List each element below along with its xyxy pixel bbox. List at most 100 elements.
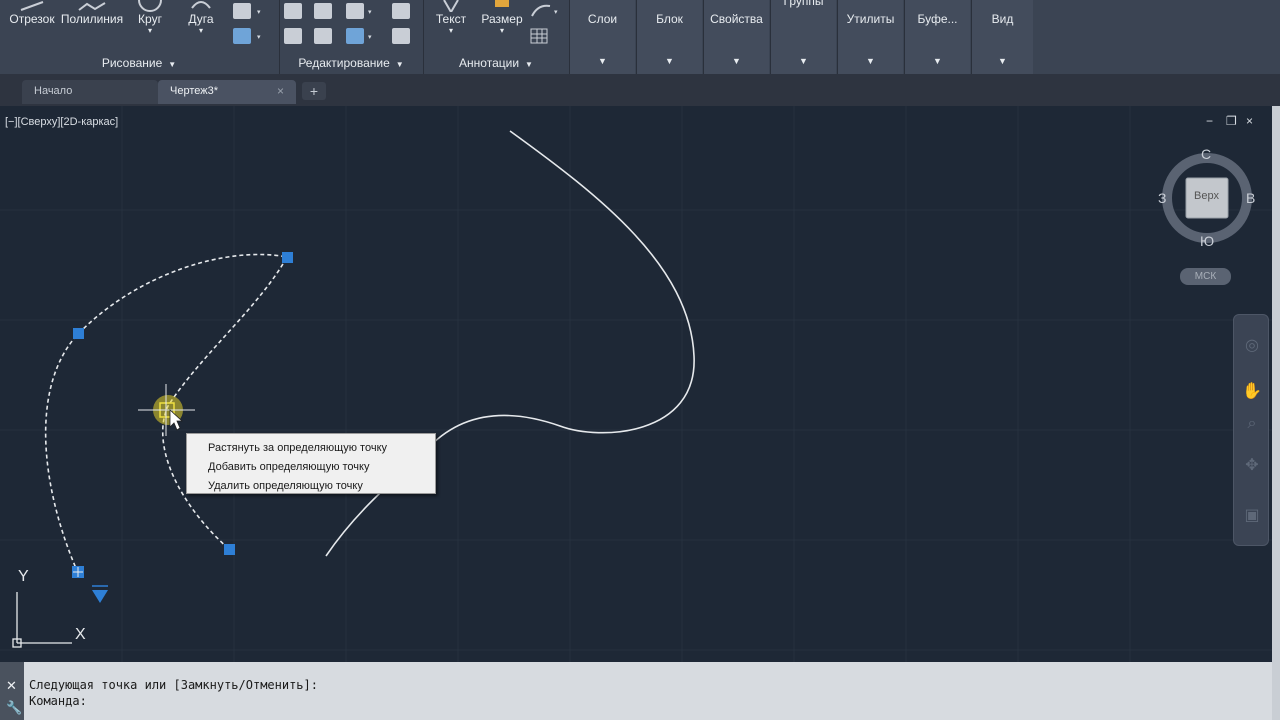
close-viewport-button[interactable]: ×	[1246, 114, 1253, 128]
command-prompt[interactable]: Команда:	[29, 694, 87, 708]
rectangle-dropdown-icon[interactable]: ▾	[257, 33, 261, 41]
arc-dropdown-icon[interactable]: ▾	[184, 26, 218, 35]
document-tabs: Начало Чертеж3* × +	[0, 74, 1280, 106]
viewcube-north[interactable]: С	[1201, 146, 1211, 162]
move-icon[interactable]	[284, 3, 302, 19]
table-icon[interactable]	[530, 28, 548, 44]
close-icon[interactable]: ×	[277, 84, 284, 98]
zoom-icon[interactable]: ⌕	[1242, 415, 1262, 435]
utilities-panel-label: Утилиты	[846, 12, 895, 26]
viewcube-south[interactable]: Ю	[1200, 233, 1214, 249]
edit-panel-title[interactable]: Редактирование ▼	[280, 56, 422, 70]
annotation-panel: Текст ▾ Размер ▾ ▾ Аннотации ▼	[424, 0, 568, 74]
line-tool-label: Отрезок	[9, 12, 55, 26]
text-icon	[443, 0, 459, 12]
ucs-dropdown[interactable]: МСК	[1180, 268, 1231, 285]
layers-panel[interactable]: Слои ▼	[569, 0, 635, 74]
close-icon[interactable]: ✕	[6, 678, 17, 694]
menu-item-add-fit-point[interactable]: Добавить определяющую точку	[187, 458, 435, 477]
menu-item-stretch-fit-point[interactable]: Растянуть за определяющую точку	[187, 439, 435, 458]
draw-panel-title-text: Рисование	[101, 56, 163, 70]
scale-icon[interactable]	[314, 28, 332, 44]
arc-icon	[191, 1, 211, 9]
hatch-icon[interactable]	[233, 3, 251, 19]
steering-wheel-icon[interactable]: ◎	[1242, 335, 1262, 355]
viewcube-west[interactable]: З	[1158, 190, 1166, 206]
offset-icon[interactable]	[392, 28, 410, 44]
viewcube-east[interactable]: В	[1246, 190, 1255, 206]
grip-point[interactable]	[224, 544, 235, 555]
menu-item-remove-fit-point[interactable]: Удалить определяющую точку	[187, 477, 435, 496]
chevron-down-icon: ▼	[799, 56, 808, 66]
chevron-down-icon: ▼	[525, 60, 533, 69]
leader-dropdown-icon[interactable]: ▾	[554, 8, 558, 16]
scrollbar[interactable]	[1272, 106, 1280, 720]
line-icon	[20, 1, 44, 11]
leader-icon[interactable]	[530, 2, 552, 18]
block-panel-label: Блок	[656, 12, 683, 26]
fillet-dropdown-icon[interactable]: ▾	[368, 8, 372, 16]
circle-dropdown-icon[interactable]: ▾	[132, 26, 168, 35]
wrench-icon[interactable]: 🔧	[6, 700, 22, 716]
text-tool[interactable]: Текст ▾	[432, 0, 470, 35]
dimension-icon	[495, 0, 509, 7]
groups-panel[interactable]: Группы ▼	[770, 0, 836, 74]
viewcube-face-top[interactable]: Верх	[1194, 190, 1219, 202]
edit-panel-title-text: Редактирование	[298, 56, 390, 70]
grip-context-menu: Растянуть за определяющую точку Добавить…	[186, 433, 436, 494]
orbit-icon[interactable]: ✥	[1242, 455, 1262, 475]
new-tab-button[interactable]: +	[302, 82, 326, 100]
mirror-icon[interactable]	[314, 3, 332, 19]
groups-panel-label: Группы	[783, 0, 824, 8]
annotation-panel-title-text: Аннотации	[459, 56, 520, 70]
text-dropdown-icon[interactable]: ▾	[432, 26, 470, 35]
showmotion-icon[interactable]: ▣	[1242, 505, 1262, 525]
circle-tool[interactable]: Круг ▾	[132, 0, 168, 35]
polyline-icon	[78, 2, 106, 11]
chevron-down-icon: ▼	[665, 56, 674, 66]
pan-icon[interactable]: ✋	[1242, 381, 1262, 401]
polyline-tool[interactable]: Полилиния	[60, 0, 124, 26]
draw-panel-title[interactable]: Рисование ▼	[0, 56, 278, 70]
edit-panel: ▾ ▾ Редактирование ▼	[280, 0, 422, 74]
ucs-dropdown-label: МСК	[1194, 271, 1217, 282]
ucs-y-label: Y	[18, 568, 29, 585]
chevron-down-icon: ▼	[732, 56, 741, 66]
explode-icon[interactable]	[392, 3, 410, 19]
array-dropdown-icon[interactable]: ▾	[368, 33, 372, 41]
copy-icon[interactable]	[284, 28, 302, 44]
grip-point[interactable]	[282, 252, 293, 263]
command-line-handle: ✕ 🔧	[0, 662, 24, 720]
command-history: Следующая точка или [Замкнуть/Отменить]:	[29, 678, 318, 692]
minimize-viewport-button[interactable]: −	[1206, 114, 1213, 128]
line-tool[interactable]: Отрезок	[6, 0, 58, 26]
utilities-panel[interactable]: Утилиты ▼	[837, 0, 903, 74]
drawing-canvas[interactable]: Y X [−][Сверху][2D-каркас] − ❐ × Верх С …	[0, 106, 1272, 662]
viewport-label[interactable]: [−][Сверху][2D-каркас]	[5, 116, 118, 128]
properties-panel[interactable]: Свойства ▼	[703, 0, 769, 74]
dimension-dropdown-icon[interactable]: ▾	[480, 26, 524, 35]
clipboard-panel[interactable]: Буфе... ▼	[904, 0, 970, 74]
grip-triangle-icon[interactable]	[92, 590, 108, 603]
tab-start[interactable]: Начало	[22, 80, 158, 104]
ucs-icon	[12, 592, 72, 648]
annotation-panel-title[interactable]: Аннотации ▼	[424, 56, 568, 70]
view-panel-label: Вид	[991, 12, 1014, 26]
restore-viewport-button[interactable]: ❐	[1226, 114, 1237, 128]
navigation-bar: ◎ ✋ ⌕ ✥ ▣	[1233, 314, 1269, 546]
rectangle-icon[interactable]	[233, 28, 251, 44]
view-panel[interactable]: Вид ▼	[971, 0, 1033, 74]
arc-tool[interactable]: Дуга ▾	[184, 0, 218, 35]
text-tool-label: Текст	[435, 12, 467, 26]
array-icon[interactable]	[346, 28, 364, 44]
tab-start-label: Начало	[34, 85, 73, 97]
block-panel[interactable]: Блок ▼	[636, 0, 702, 74]
tab-drawing3[interactable]: Чертеж3* ×	[158, 80, 296, 104]
chevron-down-icon: ▼	[933, 56, 942, 66]
grip-point[interactable]	[73, 328, 84, 339]
hatch-dropdown-icon[interactable]: ▾	[257, 8, 261, 16]
dimension-tool[interactable]: Размер ▾	[480, 0, 524, 35]
fillet-icon[interactable]	[346, 3, 364, 19]
chevron-down-icon: ▼	[866, 56, 875, 66]
chevron-down-icon: ▼	[998, 56, 1007, 66]
